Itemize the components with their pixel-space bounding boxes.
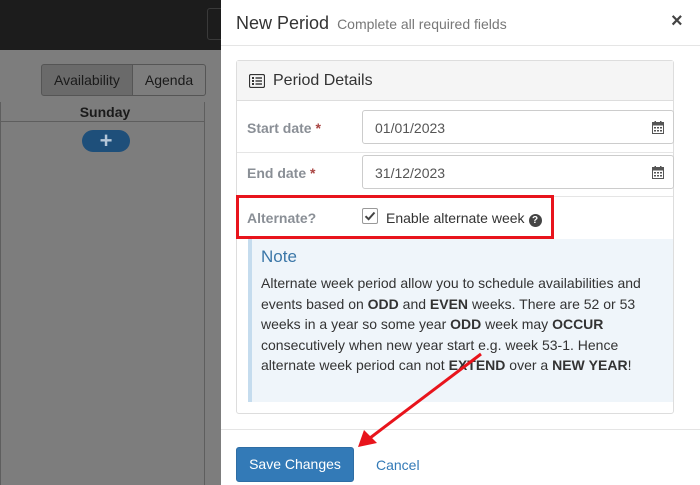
required-marker: *: [310, 165, 316, 181]
cancel-link[interactable]: Cancel: [376, 457, 420, 473]
start-date-input[interactable]: 01/01/2023: [362, 110, 674, 144]
end-date-label-text: End date: [247, 165, 307, 181]
panel-heading: Period Details: [237, 61, 673, 101]
required-marker: *: [315, 120, 321, 136]
modal-header: New Period Complete all required fields …: [221, 0, 700, 46]
note-keyword: EXTEND: [448, 357, 506, 373]
row-divider: [237, 152, 673, 153]
note-keyword: OCCUR: [552, 316, 604, 332]
new-period-modal: New Period Complete all required fields …: [221, 0, 700, 485]
panel-title: Period Details: [273, 71, 373, 89]
start-date-label: Start date *: [247, 120, 321, 136]
list-icon: [249, 73, 265, 88]
agenda-view-button[interactable]: Agenda: [132, 64, 207, 96]
modal-title: New Period Complete all required fields: [236, 13, 507, 34]
close-icon[interactable]: ×: [671, 10, 683, 33]
note-keyword: YEAR: [588, 357, 628, 373]
save-changes-button[interactable]: Save Changes: [236, 447, 354, 482]
availability-view-button[interactable]: Availability: [41, 64, 133, 96]
note-keyword: NEW: [552, 357, 585, 373]
note-title: Note: [261, 247, 297, 266]
grid-line: [204, 102, 205, 485]
add-slot-button[interactable]: +: [82, 130, 130, 152]
note-body: Alternate week period allow you to sched…: [261, 275, 641, 373]
calendar-icon[interactable]: [652, 166, 664, 179]
modal-footer: Save Changes Cancel: [221, 429, 700, 485]
modal-subtitle: Complete all required fields: [337, 16, 507, 32]
calendar-icon[interactable]: [652, 121, 664, 134]
note-callout: Note Alternate week period allow you to …: [248, 239, 673, 402]
grid-line: [0, 102, 1, 485]
start-date-label-text: Start date: [247, 120, 312, 136]
app-topbar: [0, 0, 227, 50]
day-header-sunday: Sunday: [79, 104, 131, 120]
end-date-input[interactable]: 31/12/2023: [362, 155, 674, 189]
note-keyword: ODD: [450, 316, 482, 332]
start-date-value: 01/01/2023: [375, 120, 446, 136]
annotation-highlight-box: [236, 195, 554, 239]
end-date-value: 31/12/2023: [375, 165, 446, 181]
end-date-label: End date *: [247, 165, 315, 181]
view-switch: Availability Agenda: [41, 64, 207, 96]
plus-icon: +: [99, 128, 113, 153]
note-keyword: EVEN: [429, 295, 469, 312]
modal-title-text: New Period: [236, 13, 330, 33]
note-keyword: ODD: [367, 295, 399, 312]
